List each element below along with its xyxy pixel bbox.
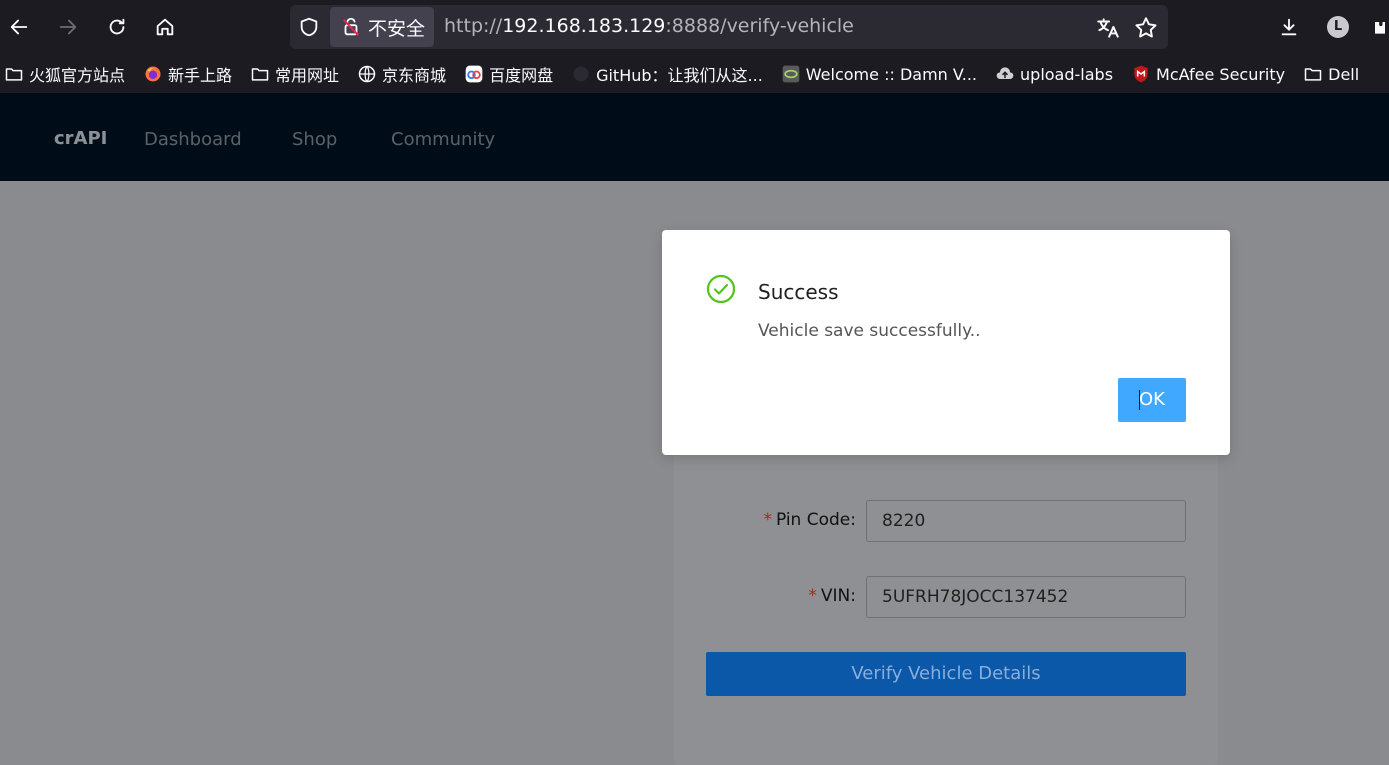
home-button[interactable] — [148, 10, 182, 44]
forward-button[interactable] — [51, 10, 85, 44]
firefox-icon — [145, 66, 161, 82]
bookmark-label: 常用网址 — [275, 66, 340, 85]
folder-icon — [251, 68, 269, 81]
bookmark-item[interactable]: Welcome :: Damn V... — [781, 64, 977, 84]
bookmark-label: McAfee Security — [1156, 64, 1286, 84]
pin-code-input[interactable]: 8220 — [866, 500, 1186, 542]
ok-label: OK — [1139, 389, 1165, 410]
nav-shop[interactable]: Shop — [292, 129, 337, 150]
reload-button[interactable] — [100, 10, 134, 44]
account-button[interactable]: L — [1321, 10, 1355, 44]
pin-code-row: * Pin Code: 8220 — [674, 500, 1218, 544]
bookmark-item[interactable]: upload-labs — [995, 64, 1113, 84]
dvwa-icon — [782, 65, 800, 83]
baidu-pan-icon — [465, 65, 483, 83]
bookmark-item[interactable]: 火狐官方站点 — [4, 62, 125, 86]
bookmark-label: 火狐官方站点 — [29, 66, 126, 85]
verify-vehicle-button[interactable]: Verify Vehicle Details — [706, 652, 1186, 696]
url-path: :8888/verify-vehicle — [665, 15, 854, 37]
ok-button[interactable]: OK — [1118, 378, 1186, 422]
bookmark-item[interactable]: 新手上路 — [143, 62, 232, 86]
insecure-label: 不安全 — [368, 17, 426, 40]
download-icon — [1281, 18, 1297, 36]
mcafee-icon — [1134, 65, 1148, 83]
shield-icon[interactable] — [298, 16, 320, 38]
modal-message: Vehicle save successfully.. — [758, 321, 981, 341]
verify-vehicle-card: * Pin Code: 8220 * VIN: 5UFRH78JOCC137452 … — [674, 447, 1218, 765]
bookmark-label: 新手上路 — [168, 66, 233, 85]
url-host: 192.168.183.129 — [502, 15, 666, 37]
arrow-right-icon — [59, 19, 77, 35]
vin-input[interactable]: 5UFRH78JOCC137452 — [866, 576, 1186, 618]
browser-toolbar: 不安全 http://192.168.183.129:8888/verify-v… — [0, 0, 1389, 55]
reload-icon — [109, 18, 125, 35]
url-text[interactable]: http://192.168.183.129:8888/verify-vehic… — [444, 15, 854, 37]
bookmark-item[interactable]: Dell — [1303, 64, 1359, 84]
insecure-connection-badge[interactable]: 不安全 — [330, 7, 434, 47]
bookmark-label: Dell — [1328, 64, 1360, 84]
bookmark-item[interactable]: McAfee Security — [1131, 64, 1285, 84]
folder-icon — [1304, 68, 1322, 81]
avatar: L — [1327, 16, 1349, 38]
app-navbar: crAPI Dashboard Shop Community — [0, 93, 1389, 181]
brand-logo[interactable]: crAPI — [54, 128, 107, 149]
bookmark-item[interactable]: 京东商城 — [357, 62, 446, 86]
url-scheme: http:// — [444, 15, 503, 37]
home-icon — [156, 18, 174, 36]
bookmark-label: 京东商城 — [382, 66, 447, 85]
bookmark-item[interactable]: 百度网盘 — [464, 62, 553, 86]
modal-title: Success — [758, 280, 839, 304]
nav-community[interactable]: Community — [391, 129, 495, 150]
check-circle-icon — [706, 274, 736, 304]
pin-code-label: * Pin Code: — [763, 510, 856, 530]
nav-dashboard[interactable]: Dashboard — [144, 129, 242, 150]
github-icon — [573, 66, 589, 82]
bookmark-label: 百度网盘 — [489, 66, 554, 85]
extensions-button[interactable] — [1370, 10, 1389, 44]
translate-icon[interactable] — [1095, 15, 1121, 41]
bookmark-label: upload-labs — [1020, 64, 1114, 84]
url-bar[interactable]: 不安全 http://192.168.183.129:8888/verify-v… — [290, 5, 1168, 49]
folder-icon — [5, 68, 23, 81]
bookmark-item[interactable]: 常用网址 — [250, 62, 339, 86]
upload-icon — [996, 67, 1014, 79]
bookmark-item[interactable]: GitHub：让我们从这... — [571, 62, 763, 86]
arrow-left-icon — [10, 19, 28, 35]
bookmark-label: GitHub：让我们从这... — [596, 66, 763, 85]
insecure-lock-icon — [342, 17, 360, 36]
extension-icon — [1375, 22, 1385, 34]
bookmarks-bar: 火狐官方站点 新手上路 常用网址 京东商城 百度网盘 GitHub：让我们从这.… — [0, 55, 1389, 93]
vin-label: * VIN: — [808, 586, 856, 606]
back-button[interactable] — [2, 10, 36, 44]
downloads-button[interactable] — [1272, 10, 1306, 44]
vin-row: * VIN: 5UFRH78JOCC137452 — [674, 576, 1218, 620]
globe-icon — [358, 65, 376, 83]
star-icon[interactable] — [1133, 15, 1159, 41]
bookmark-label: Welcome :: Damn V... — [805, 64, 978, 84]
success-modal: Success Vehicle save successfully.. OK — [662, 230, 1230, 455]
